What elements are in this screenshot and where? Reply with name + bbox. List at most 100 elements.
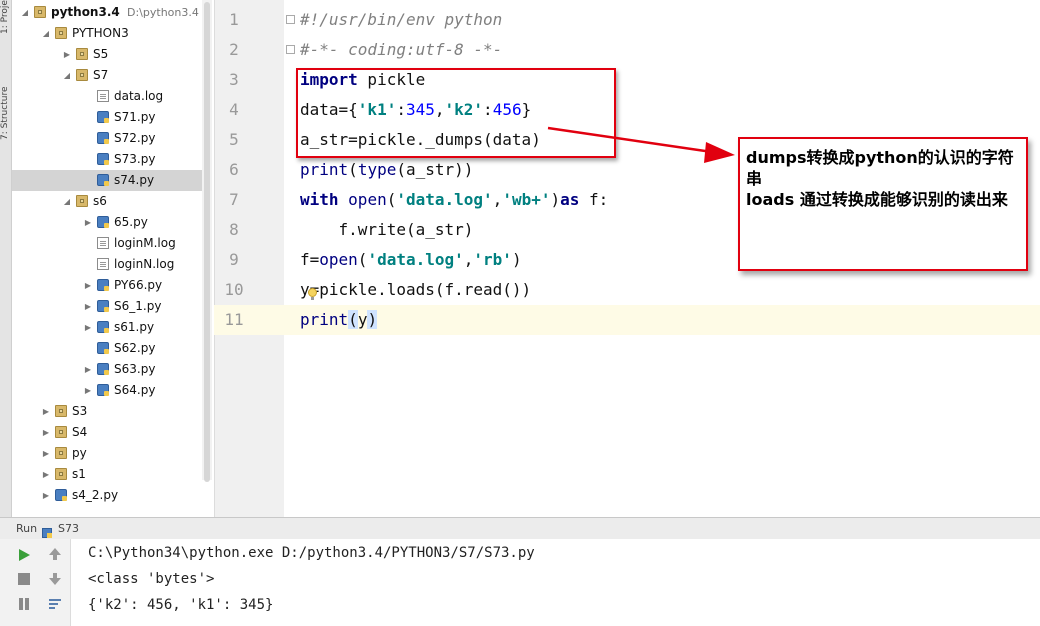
note-line-dumps: dumps转换成python的认识的字符串 <box>746 148 1014 188</box>
code-line: f=open('data.log','rb') <box>300 245 522 275</box>
tree-item-label: S73.py <box>114 152 156 166</box>
chevron-right-icon[interactable]: ▶ <box>83 317 93 338</box>
tree-item-s3[interactable]: ▶ S3 <box>12 401 212 422</box>
code-token: f= <box>300 250 320 269</box>
chevron-right-icon[interactable]: ▶ <box>41 443 51 464</box>
code-token: ( <box>348 310 358 329</box>
tree-item-s74-py[interactable]: s74.py <box>12 170 212 191</box>
code-line: #!/usr/bin/env python <box>300 5 502 35</box>
code-token: 'data.log' <box>367 250 464 269</box>
run-config-name: S73 <box>58 522 79 535</box>
tree-item-data-log[interactable]: data.log <box>12 86 212 107</box>
python-file-icon <box>97 342 109 354</box>
tree-item-label: s4_2.py <box>72 488 119 502</box>
tree-item-s6-1-py[interactable]: ▶ S6_1.py <box>12 296 212 317</box>
tree-item-label: s1 <box>72 467 86 481</box>
chevron-right-icon[interactable]: ▶ <box>83 359 93 380</box>
stop-icon[interactable] <box>17 571 31 585</box>
tree-item-s4[interactable]: ▶ S4 <box>12 422 212 443</box>
chevron-down-icon[interactable]: ◢ <box>20 2 30 23</box>
code-token: f.write(a_str) <box>300 220 474 239</box>
tree-item-python3[interactable]: ◢ PYTHON3 <box>12 23 212 44</box>
tree-item-s6[interactable]: ◢ s6 <box>12 191 212 212</box>
code-token: ( <box>386 190 397 209</box>
tree-item-s63-py[interactable]: ▶ S63.py <box>12 359 212 380</box>
project-tree-scrollbar-thumb[interactable] <box>204 2 210 482</box>
lightbulb-intention-icon[interactable] <box>308 288 317 300</box>
tree-item-loginn-log[interactable]: loginN.log <box>12 254 212 275</box>
tool-window-strip: 1: Project 7: Structure <box>0 0 12 517</box>
rerun-play-icon[interactable] <box>17 547 31 561</box>
scroll-down-arrow-icon[interactable] <box>48 571 62 585</box>
code-line: #-*- coding:utf-8 -*- <box>300 35 502 65</box>
python-file-icon <box>97 279 109 291</box>
python-file-icon <box>97 321 109 333</box>
pause-icon[interactable] <box>17 596 31 610</box>
line-number: 10 <box>224 280 244 299</box>
fold-marker-icon[interactable] <box>286 15 295 24</box>
chevron-down-icon[interactable]: ◢ <box>62 65 72 86</box>
tree-item-s4-2-py[interactable]: ▶ s4_2.py <box>12 485 212 506</box>
code-token: as <box>560 190 580 209</box>
code-token: ) <box>511 250 522 269</box>
run-tab-label[interactable]: Run <box>16 518 37 540</box>
chevron-down-icon[interactable]: ◢ <box>41 23 51 44</box>
chevron-right-icon[interactable]: ▶ <box>62 44 72 65</box>
tree-item-s72-py[interactable]: S72.py <box>12 128 212 149</box>
text-file-icon <box>97 237 109 249</box>
code-token: #!/usr/bin/env python <box>300 10 503 29</box>
code-token: ( <box>357 250 368 269</box>
run-config-icon <box>42 524 52 538</box>
python-file-icon <box>97 363 109 375</box>
chevron-right-icon[interactable]: ▶ <box>83 212 93 233</box>
tree-item-py66-py[interactable]: ▶ PY66.py <box>12 275 212 296</box>
tree-item-s71-py[interactable]: S71.py <box>12 107 212 128</box>
code-token: , <box>492 190 503 209</box>
folder-icon <box>34 6 46 18</box>
folder-icon <box>76 195 88 207</box>
tree-item-s64-py[interactable]: ▶ S64.py <box>12 380 212 401</box>
tree-item-python3-4[interactable]: ◢ python3.4 D:\python3.4 <box>12 2 212 23</box>
chevron-right-icon[interactable]: ▶ <box>83 275 93 296</box>
tree-item-label: s6 <box>93 194 107 208</box>
run-toolbar-secondary <box>40 539 71 626</box>
line-number: 1 <box>229 10 239 29</box>
tree-item-s1[interactable]: ▶ s1 <box>12 464 212 485</box>
line-number: 11 <box>224 310 244 329</box>
scroll-up-arrow-icon[interactable] <box>48 546 62 560</box>
soft-wrap-icon[interactable] <box>48 596 62 610</box>
tree-item-65-py[interactable]: ▶ 65.py <box>12 212 212 233</box>
folder-icon <box>55 447 67 459</box>
line-number: 5 <box>229 130 239 149</box>
folder-icon <box>55 468 67 480</box>
tree-item-s5[interactable]: ▶ S5 <box>12 44 212 65</box>
annotation-note: dumps转换成python的认识的字符串 loads 通过转换成能够识别的读出… <box>738 137 1028 271</box>
run-toolbar-primary <box>0 539 41 626</box>
tree-item-loginm-log[interactable]: loginM.log <box>12 233 212 254</box>
chevron-right-icon[interactable]: ▶ <box>83 380 93 401</box>
tree-item-s73-py[interactable]: S73.py <box>12 149 212 170</box>
tree-item-s61-py[interactable]: ▶ s61.py <box>12 317 212 338</box>
tool-tab-project[interactable]: 1: Project <box>0 0 11 34</box>
line-number: 3 <box>229 70 239 89</box>
code-token: y=pickle.loads(f.read()) <box>300 280 532 299</box>
tool-tab-structure[interactable]: 7: Structure <box>0 70 11 141</box>
chevron-right-icon[interactable]: ▶ <box>41 422 51 443</box>
tree-item-label: data.log <box>114 89 164 103</box>
code-line: y=pickle.loads(f.read()) <box>300 275 531 305</box>
tree-item-py[interactable]: ▶ py <box>12 443 212 464</box>
chevron-right-icon[interactable]: ▶ <box>83 296 93 317</box>
fold-marker-icon[interactable] <box>286 45 295 54</box>
tree-item-label: S6_1.py <box>114 299 162 313</box>
line-number: 7 <box>229 190 239 209</box>
chevron-right-icon[interactable]: ▶ <box>41 464 51 485</box>
code-token: ) <box>550 190 561 209</box>
tree-item-s62-py[interactable]: S62.py <box>12 338 212 359</box>
code-token: ) <box>367 310 378 329</box>
chevron-down-icon[interactable]: ◢ <box>62 191 72 212</box>
chevron-right-icon[interactable]: ▶ <box>41 401 51 422</box>
chevron-right-icon[interactable]: ▶ <box>41 485 51 506</box>
code-token: with <box>300 190 339 209</box>
tree-item-label: S3 <box>72 404 88 418</box>
tree-item-s7[interactable]: ◢ S7 <box>12 65 212 86</box>
